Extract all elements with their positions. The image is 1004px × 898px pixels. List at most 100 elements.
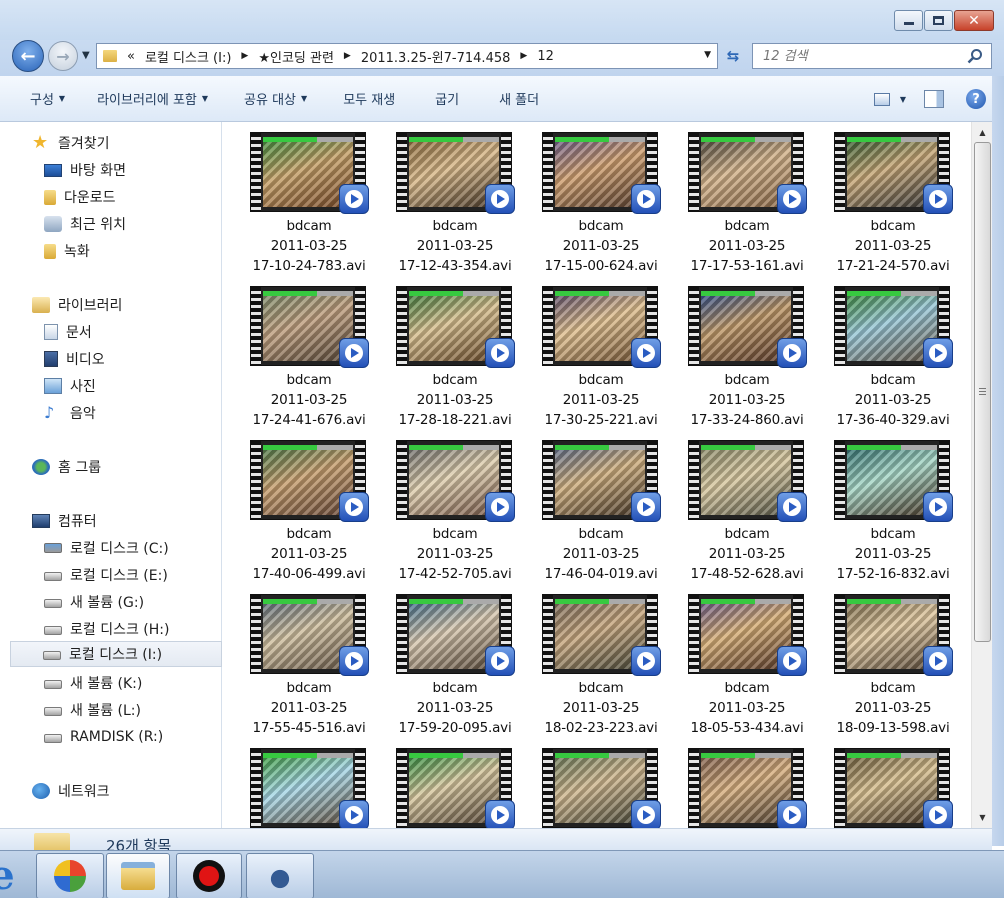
file-name: bdcam 2011-03-25 18-02-23-223.avi [544, 680, 658, 736]
refresh-button[interactable]: ⇆ [720, 45, 746, 67]
play-icon [485, 492, 515, 522]
breadcrumb-date-folder[interactable]: 2011.3.25-윈7-714.458 [361, 47, 511, 66]
share-with-button[interactable]: 공유 대상 ▼ [234, 84, 317, 114]
taskbar-recorder[interactable] [176, 853, 242, 898]
file-item[interactable]: bdcam 2011-03-25 17-55-45-516.avi [247, 592, 393, 746]
navigation-pane: ★ 즐겨찾기 바탕 화면 다운로드 최근 위치 녹화 라이브러리 문서 비디오 사… [0, 122, 222, 828]
taskbar-explorer[interactable] [106, 853, 170, 898]
burn-button[interactable]: 굽기 [425, 84, 469, 114]
search-input[interactable] [763, 48, 953, 64]
film-strip-icon [397, 133, 407, 211]
organize-button[interactable]: 구성 ▼ [20, 84, 75, 114]
taskbar-ie[interactable]: e [0, 853, 22, 898]
file-item[interactable] [247, 746, 393, 828]
drive-icon [44, 680, 62, 689]
file-item[interactable]: bdcam 2011-03-25 17-30-25-221.avi [539, 284, 685, 438]
file-item[interactable]: bdcam 2011-03-25 18-05-53-434.avi [685, 592, 831, 746]
view-dropdown-icon[interactable]: ▼ [900, 95, 906, 104]
minimize-button[interactable] [894, 10, 923, 31]
file-name: bdcam 2011-03-25 17-40-06-499.avi [252, 526, 366, 582]
file-item[interactable] [393, 746, 539, 828]
play-icon [631, 646, 661, 676]
toolbar-right: ▼ ? [873, 76, 1004, 122]
film-strip-icon [689, 749, 699, 827]
back-button[interactable]: ← [12, 40, 44, 72]
breadcrumb-current[interactable]: 12 [537, 49, 554, 64]
file-name: bdcam 2011-03-25 17-52-16-832.avi [836, 526, 950, 582]
file-item[interactable]: bdcam 2011-03-25 17-24-41-676.avi [247, 284, 393, 438]
film-strip-icon [251, 595, 261, 673]
breadcrumb-encoding[interactable]: ★인코딩 관련 [258, 47, 334, 66]
help-icon[interactable]: ? [966, 89, 986, 109]
taskbar-paw-app[interactable] [246, 853, 314, 898]
nav-computer[interactable]: 컴퓨터 [32, 508, 254, 534]
file-item[interactable]: bdcam 2011-03-25 17-59-20-095.avi [393, 592, 539, 746]
play-all-button[interactable]: 모두 재생 [333, 84, 405, 114]
file-item[interactable]: bdcam 2011-03-25 17-36-40-329.avi [831, 284, 971, 438]
file-item[interactable]: bdcam 2011-03-25 17-46-04-019.avi [539, 438, 685, 592]
command-bar: 구성 ▼ 라이브러리에 포함 ▼ 공유 대상 ▼ 모두 재생 굽기 새 폴더 ▼ ? [0, 76, 1004, 122]
maximize-button[interactable] [924, 10, 953, 31]
nav-libraries[interactable]: 라이브러리 [32, 292, 254, 318]
view-options-icon[interactable] [873, 92, 890, 106]
breadcrumb-drive-i[interactable]: 로컬 디스크 (I:) [145, 47, 231, 66]
forward-button[interactable]: → [48, 41, 78, 71]
file-item[interactable]: bdcam 2011-03-25 17-52-16-832.avi [831, 438, 971, 592]
vertical-scrollbar[interactable]: ▲ ▼ [971, 122, 992, 828]
file-item[interactable]: bdcam 2011-03-25 17-15-00-624.avi [539, 130, 685, 284]
file-item[interactable]: bdcam 2011-03-25 17-17-53-161.avi [685, 130, 831, 284]
scroll-thumb[interactable] [974, 142, 991, 642]
film-strip-icon [835, 441, 845, 519]
play-icon [485, 338, 515, 368]
scroll-down-icon[interactable]: ▼ [974, 809, 991, 826]
folder-icon [103, 50, 117, 62]
file-name: bdcam 2011-03-25 17-33-24-860.avi [690, 372, 804, 428]
play-icon [631, 492, 661, 522]
file-item[interactable]: bdcam 2011-03-25 17-48-52-628.avi [685, 438, 831, 592]
maximize-icon [933, 16, 944, 25]
scroll-up-icon[interactable]: ▲ [974, 124, 991, 141]
breadcrumb-separator-icon[interactable]: ▶ [344, 51, 351, 61]
breadcrumb-overflow[interactable]: « [127, 49, 135, 64]
address-bar[interactable]: « 로컬 디스크 (I:) ▶ ★인코딩 관련 ▶ 2011.3.25-윈7-7… [96, 43, 718, 69]
music-note-icon: ♪ [44, 403, 55, 422]
file-item[interactable]: bdcam 2011-03-25 17-10-24-783.avi [247, 130, 393, 284]
file-item[interactable]: bdcam 2011-03-25 17-40-06-499.avi [247, 438, 393, 592]
breadcrumb-separator-icon[interactable]: ▶ [520, 51, 527, 61]
file-item[interactable]: bdcam 2011-03-25 17-28-18-221.avi [393, 284, 539, 438]
star-icon: ★ [32, 132, 49, 153]
file-item[interactable]: bdcam 2011-03-25 17-21-24-570.avi [831, 130, 971, 284]
search-icon[interactable] [967, 48, 983, 64]
file-item[interactable] [831, 746, 971, 828]
play-icon [777, 184, 807, 214]
file-item[interactable]: bdcam 2011-03-25 18-09-13-598.avi [831, 592, 971, 746]
recent-pages-dropdown[interactable]: ▼ [82, 50, 90, 61]
file-item[interactable] [685, 746, 831, 828]
video-icon [44, 351, 58, 367]
drive-icon [44, 626, 62, 635]
computer-icon [32, 514, 50, 528]
film-strip-icon [543, 749, 553, 827]
film-strip-icon [397, 287, 407, 365]
arrow-left-icon: ← [20, 45, 36, 67]
nav-homegroup[interactable]: 홈 그룹 [32, 454, 254, 480]
address-dropdown-icon[interactable]: ▼ [704, 50, 711, 60]
nav-favorites[interactable]: ★ 즐겨찾기 [32, 130, 254, 156]
file-item[interactable] [539, 746, 685, 828]
nav-network[interactable]: 네트워크 [32, 778, 254, 804]
details-pane: 26개 항목 [0, 828, 992, 855]
film-strip-icon [251, 441, 261, 519]
search-box[interactable] [752, 43, 992, 69]
record-icon [193, 860, 225, 892]
new-folder-button[interactable]: 새 폴더 [489, 84, 549, 114]
file-item[interactable]: bdcam 2011-03-25 17-12-43-354.avi [393, 130, 539, 284]
breadcrumb-separator-icon[interactable]: ▶ [241, 51, 248, 61]
file-item[interactable]: bdcam 2011-03-25 17-33-24-860.avi [685, 284, 831, 438]
taskbar-media-player[interactable] [36, 853, 104, 898]
file-item[interactable]: bdcam 2011-03-25 18-02-23-223.avi [539, 592, 685, 746]
preview-pane-icon[interactable] [924, 90, 944, 108]
close-button[interactable]: ✕ [954, 10, 994, 31]
nav-drive-i[interactable]: 로컬 디스크 (I:) [10, 641, 222, 667]
include-in-library-button[interactable]: 라이브러리에 포함 ▼ [87, 84, 218, 114]
file-item[interactable]: bdcam 2011-03-25 17-42-52-705.avi [393, 438, 539, 592]
